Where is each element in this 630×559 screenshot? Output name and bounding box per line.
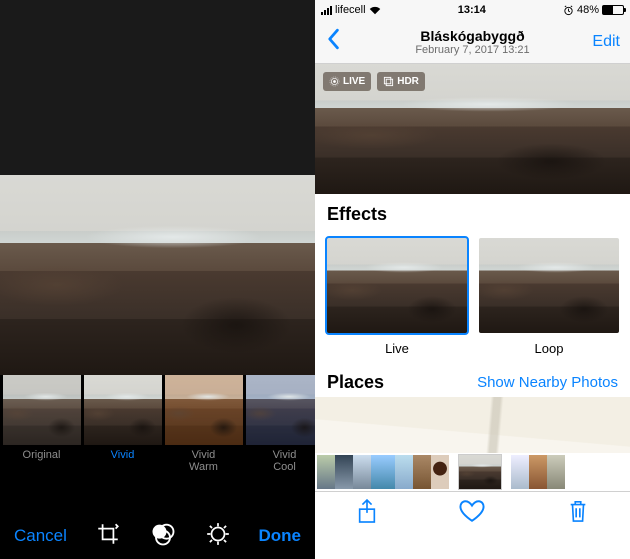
filter-vivid-cool[interactable]: Vivid Cool (245, 375, 324, 475)
bottom-toolbar (315, 491, 630, 535)
nav-bar: Bláskógabyggð February 7, 2017 13:21 Edi… (315, 20, 630, 64)
share-icon[interactable] (356, 498, 378, 529)
filter-vivid-warm[interactable]: Vivid Warm (164, 375, 243, 475)
back-button[interactable] (325, 28, 341, 55)
carrier-label: lifecell (335, 4, 366, 16)
filter-label: Vivid Warm (189, 449, 218, 473)
edit-button[interactable]: Edit (592, 33, 620, 51)
hdr-badge: HDR (377, 72, 425, 91)
adjust-icon[interactable] (205, 521, 231, 552)
filter-vivid[interactable]: Vivid (83, 375, 162, 475)
favorite-icon[interactable] (459, 499, 485, 528)
editor-toolbar: Cancel (0, 513, 315, 559)
detail-photo[interactable]: LIVE HDR (315, 64, 630, 194)
photo-detail-pane: lifecell 13:14 48% Bláskógabyggð Februar… (315, 0, 630, 559)
trash-icon[interactable] (567, 498, 589, 529)
effects-heading: Effects (327, 204, 618, 225)
effect-label: Loop (479, 341, 619, 356)
cancel-button[interactable]: Cancel (14, 526, 67, 546)
effect-label: Live (327, 341, 467, 356)
nav-title: Bláskógabyggð February 7, 2017 13:21 (315, 28, 630, 56)
editor-main-photo[interactable] (0, 175, 315, 375)
show-nearby-link[interactable]: Show Nearby Photos (477, 374, 618, 391)
filter-original[interactable]: Original (2, 375, 81, 475)
effects-section: Effects (315, 194, 630, 229)
places-section: Places Show Nearby Photos (315, 360, 630, 397)
places-heading: Places (327, 372, 384, 393)
effect-live[interactable]: Live (327, 238, 467, 356)
clock: 13:14 (458, 4, 486, 16)
filter-strip[interactable]: Original Vivid Vivid Warm Vivid Cool (0, 375, 315, 475)
live-badge: LIVE (323, 72, 371, 91)
done-button[interactable]: Done (259, 526, 302, 546)
alarm-icon (563, 5, 574, 16)
status-bar: lifecell 13:14 48% (315, 0, 630, 20)
editor-empty-top (0, 0, 315, 175)
battery-icon (602, 5, 624, 15)
places-map[interactable] (315, 397, 630, 453)
filter-label: Vivid Cool (273, 449, 297, 473)
effect-loop[interactable]: Loop (479, 238, 619, 356)
date-label: February 7, 2017 13:21 (315, 44, 630, 56)
battery-pct: 48% (577, 4, 599, 16)
photo-editor-pane: Original Vivid Vivid Warm Vivid Cool Cancel (0, 0, 315, 559)
wifi-icon (369, 6, 381, 15)
photo-scrubber[interactable] (315, 453, 630, 491)
effects-row[interactable]: Live Loop (315, 229, 630, 360)
signal-icon (321, 6, 332, 15)
filter-label: Vivid (111, 449, 135, 473)
location-label: Bláskógabyggð (315, 28, 630, 44)
crop-rotate-icon[interactable] (95, 521, 121, 552)
filter-label: Original (23, 449, 61, 473)
filters-icon[interactable] (149, 520, 177, 553)
